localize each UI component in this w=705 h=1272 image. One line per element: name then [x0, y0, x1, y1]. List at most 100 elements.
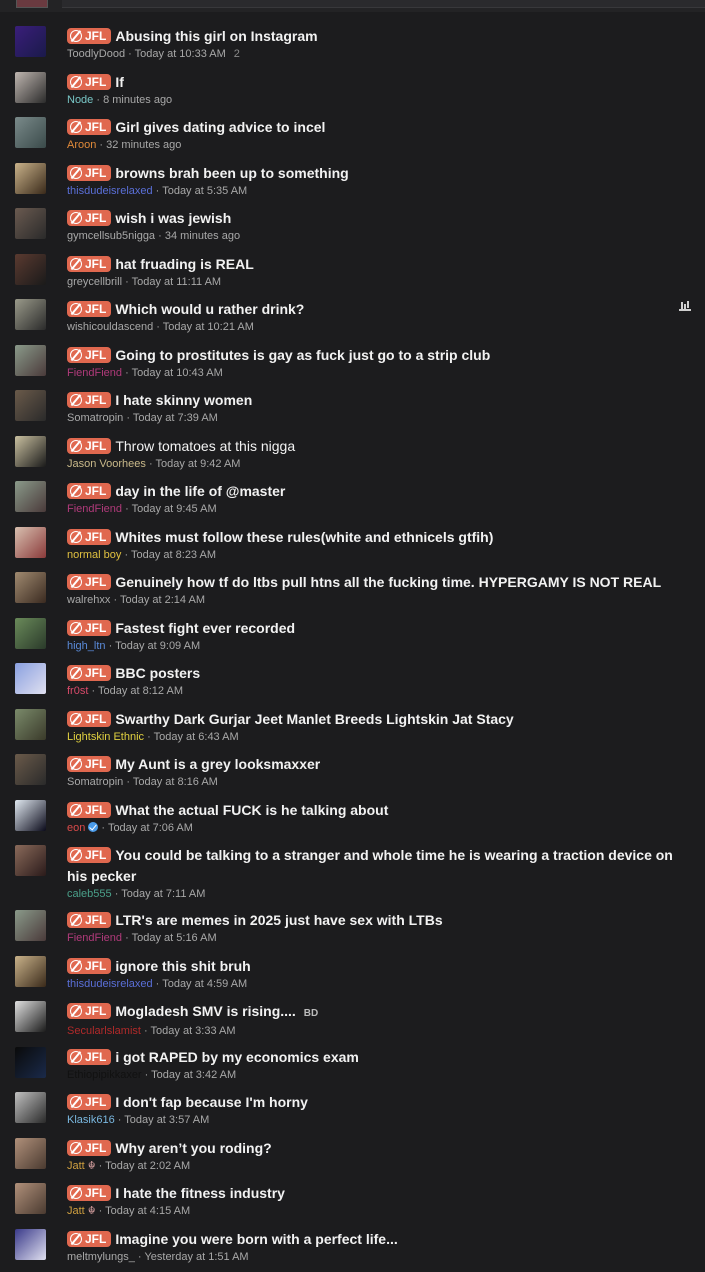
- timestamp-link[interactable]: Today at 9:09 AM: [115, 640, 200, 652]
- timestamp-link[interactable]: Today at 4:59 AM: [162, 978, 247, 990]
- thread-title-line[interactable]: JFL I hate skinny women: [67, 390, 689, 411]
- username-link[interactable]: eon: [67, 822, 85, 834]
- prefix-badge[interactable]: JFL: [67, 437, 112, 454]
- avatar[interactable]: [15, 663, 46, 694]
- thread-title-link[interactable]: ignore this shit bruh: [115, 958, 250, 974]
- username-link[interactable]: Lightskin Ethnic: [67, 731, 144, 743]
- thread-title-link[interactable]: Whites must follow these rules(white and…: [115, 529, 493, 545]
- prefix-badge[interactable]: JFL: [67, 346, 112, 363]
- timestamp-link[interactable]: Today at 3:33 AM: [151, 1025, 236, 1037]
- thread-title-link[interactable]: Fastest fight ever recorded: [115, 620, 295, 636]
- thread-title-line[interactable]: JFL browns brah been up to something: [67, 163, 689, 184]
- username-link[interactable]: FiendFiend: [67, 932, 122, 944]
- timestamp-link[interactable]: Today at 6:43 AM: [154, 731, 239, 743]
- thread-title-link[interactable]: LTR's are memes in 2025 just have sex wi…: [115, 912, 442, 928]
- prefix-badge[interactable]: JFL: [67, 957, 112, 974]
- timestamp-link[interactable]: Today at 7:39 AM: [133, 412, 218, 424]
- avatar[interactable]: [15, 1046, 46, 1078]
- timestamp-link[interactable]: Today at 8:23 AM: [131, 549, 216, 561]
- prefix-badge[interactable]: JFL: [67, 1048, 112, 1065]
- avatar[interactable]: [15, 617, 46, 649]
- username-link[interactable]: FiendFiend: [67, 503, 122, 515]
- prefix-badge[interactable]: JFL: [67, 301, 112, 317]
- thread-title-link[interactable]: hat fruading is REAL: [115, 256, 253, 272]
- thread-title-line[interactable]: JFL Which would u rather drink?: [67, 299, 689, 320]
- thread-title-link[interactable]: Going to prostitutes is gay as fuck just…: [115, 347, 490, 363]
- thread-title-link[interactable]: What the actual FUCK is he talking about: [115, 802, 388, 818]
- username-link[interactable]: thisdudeisrelaxed: [67, 978, 153, 990]
- timestamp-link[interactable]: 8 minutes ago: [103, 94, 172, 106]
- thread-title-line[interactable]: JFL What the actual FUCK is he talking ab…: [67, 800, 689, 821]
- timestamp-link[interactable]: Today at 10:21 AM: [163, 321, 254, 333]
- prefix-badge[interactable]: JFL: [67, 665, 112, 681]
- username-link[interactable]: Jatt: [67, 1205, 85, 1217]
- thread-title-line[interactable]: JFL Mogladesh SMV is rising.... BD: [67, 1001, 689, 1024]
- prefix-badge[interactable]: JFL: [67, 1094, 112, 1110]
- thread-title-link[interactable]: wish i was jewish: [115, 210, 231, 226]
- thread-title-link[interactable]: Girl gives dating advice to incel: [115, 119, 325, 135]
- timestamp-link[interactable]: Today at 11:11 AM: [132, 276, 221, 288]
- timestamp-link[interactable]: Today at 8:12 AM: [98, 685, 183, 697]
- thread-title-line[interactable]: JFL Why aren’t you roding?: [67, 1138, 689, 1159]
- timestamp-link[interactable]: Today at 3:42 AM: [151, 1069, 236, 1081]
- prefix-badge[interactable]: JFL: [67, 912, 112, 928]
- avatar[interactable]: [15, 299, 46, 330]
- thread-title-line[interactable]: JFL If: [67, 72, 689, 93]
- thread-title-line[interactable]: JFL Fastest fight ever recorded: [67, 618, 689, 639]
- username-link[interactable]: Ethiopipikkaxer: [67, 1069, 142, 1081]
- avatar[interactable]: [15, 390, 46, 421]
- thread-title-line[interactable]: JFL Genuinely how tf do ltbs pull htns al…: [67, 572, 689, 593]
- prefix-badge[interactable]: JFL: [67, 528, 112, 545]
- avatar[interactable]: [15, 1183, 46, 1214]
- thread-title-link[interactable]: I hate skinny women: [115, 392, 252, 408]
- avatar[interactable]: [15, 1092, 46, 1123]
- timestamp-link[interactable]: Today at 8:16 AM: [133, 776, 218, 788]
- avatar[interactable]: [15, 344, 46, 376]
- thread-title-link[interactable]: Which would u rather drink?: [115, 301, 304, 317]
- timestamp-link[interactable]: Today at 5:16 AM: [132, 932, 217, 944]
- thread-title-link[interactable]: Throw tomatoes at this nigga: [115, 438, 295, 454]
- prefix-badge[interactable]: JFL: [67, 619, 112, 636]
- username-link[interactable]: Klasik616: [67, 1114, 115, 1126]
- avatar[interactable]: [15, 208, 46, 239]
- thread-title-line[interactable]: JFL i got RAPED by my economics exam: [67, 1047, 689, 1068]
- avatar[interactable]: [15, 162, 46, 194]
- avatar[interactable]: [15, 955, 46, 987]
- prefix-badge[interactable]: JFL: [67, 1139, 112, 1156]
- username-link[interactable]: Aroon: [67, 139, 96, 151]
- timestamp-link[interactable]: Yesterday at 1:51 AM: [144, 1251, 248, 1263]
- thread-title-link[interactable]: Genuinely how tf do ltbs pull htns all t…: [115, 574, 661, 590]
- thread-title-link[interactable]: Imagine you were born with a perfect lif…: [115, 1231, 397, 1247]
- username-link[interactable]: greycellbrill: [67, 276, 122, 288]
- avatar[interactable]: [15, 845, 46, 876]
- username-link[interactable]: Jason Voorhees: [67, 458, 146, 470]
- thread-title-link[interactable]: If: [115, 74, 124, 90]
- prefix-badge[interactable]: JFL: [67, 574, 112, 590]
- avatar[interactable]: [15, 26, 46, 57]
- thread-title-line[interactable]: JFL BBC posters: [67, 663, 689, 684]
- thread-title-link[interactable]: browns brah been up to something: [115, 165, 348, 181]
- thread-title-link[interactable]: I hate the fitness industry: [115, 1185, 285, 1201]
- thread-title-line[interactable]: JFL You could be talking to a stranger an…: [67, 845, 689, 887]
- timestamp-link[interactable]: Today at 10:33 AM: [135, 48, 226, 60]
- avatar[interactable]: [15, 1228, 46, 1260]
- timestamp-link[interactable]: Today at 3:57 AM: [124, 1114, 209, 1126]
- avatar[interactable]: [15, 481, 46, 512]
- timestamp-link[interactable]: Today at 7:06 AM: [108, 822, 193, 834]
- thread-title-line[interactable]: JFL Girl gives dating advice to incel: [67, 117, 689, 138]
- timestamp-link[interactable]: Today at 5:35 AM: [162, 185, 247, 197]
- thread-title-line[interactable]: JFL I don't fap because I'm horny: [67, 1092, 689, 1113]
- prefix-badge[interactable]: JFL: [67, 73, 112, 90]
- thread-title-line[interactable]: JFL Whites must follow these rules(white …: [67, 527, 689, 548]
- username-link[interactable]: walrehxx: [67, 594, 110, 606]
- avatar[interactable]: [15, 71, 46, 103]
- username-link[interactable]: Node: [67, 94, 93, 106]
- avatar[interactable]: [15, 117, 46, 148]
- timestamp-link[interactable]: Today at 10:43 AM: [132, 367, 223, 379]
- prefix-badge[interactable]: JFL: [67, 483, 112, 499]
- thread-title-line[interactable]: JFL I hate the fitness industry: [67, 1183, 689, 1204]
- thread-title-link[interactable]: day in the life of @master: [115, 483, 285, 499]
- prefix-badge[interactable]: JFL: [67, 1003, 112, 1019]
- thread-title-line[interactable]: JFL ignore this shit bruh: [67, 956, 689, 977]
- avatar[interactable]: [15, 435, 46, 467]
